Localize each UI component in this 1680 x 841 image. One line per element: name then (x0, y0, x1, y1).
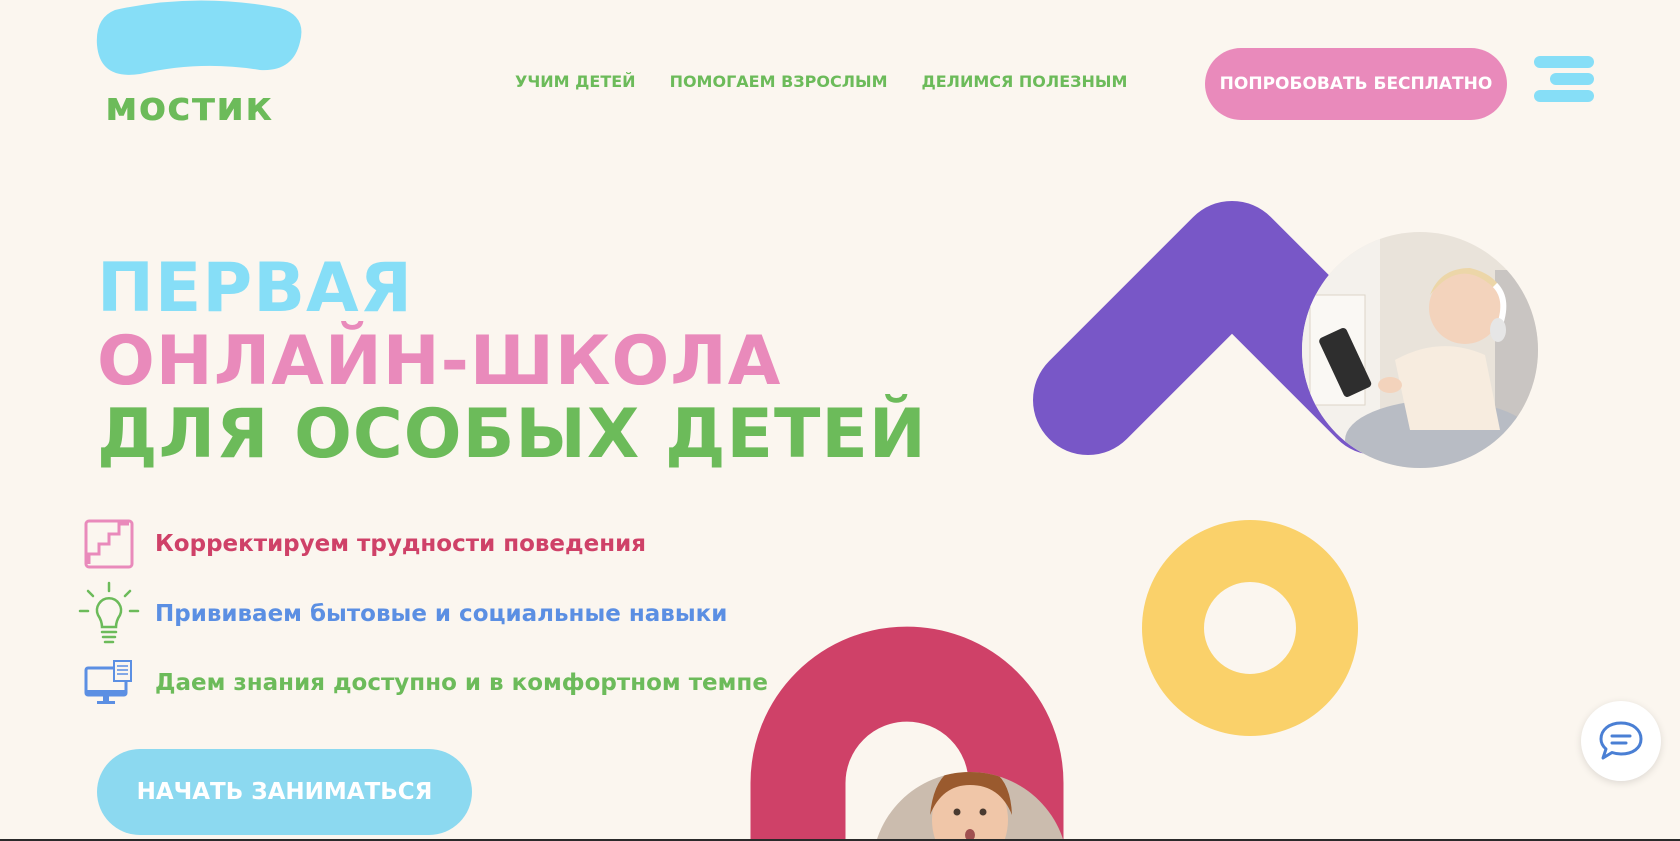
chat-bubble-icon (1599, 721, 1643, 760)
hero-title-line2: ОНЛАЙН-ШКОЛА (97, 322, 782, 401)
start-learning-button[interactable]: НАЧАТЬ ЗАНИМАТЬСЯ (97, 749, 472, 835)
hero-title-line1: ПЕРВАЯ (97, 249, 414, 328)
chat-widget-button[interactable] (1581, 701, 1661, 781)
feature-text: Даем знания доступно и в комфортном темп… (155, 670, 768, 696)
hero-title: ПЕРВАЯ ОНЛАЙН-ШКОЛА ДЛЯ ОСОБЫХ ДЕТЕЙ (97, 252, 927, 471)
hero-title-line3: ДЛЯ ОСОБЫХ ДЕТЕЙ (97, 395, 927, 474)
feature-behavior: Корректируем трудности поведения (78, 513, 646, 575)
lightbulb-icon (78, 581, 140, 645)
yellow-ring-shape (1142, 520, 1358, 736)
computer-icon (78, 652, 140, 714)
feature-knowledge: Даем знания доступно и в комфортном темп… (78, 652, 768, 714)
child-tablet-photo (1302, 232, 1538, 468)
stairs-icon (78, 513, 140, 575)
feature-text: Корректируем трудности поведения (155, 531, 646, 557)
feature-skills: Прививаем бытовые и социальные навыки (78, 581, 728, 645)
feature-text: Прививаем бытовые и социальные навыки (155, 601, 728, 627)
